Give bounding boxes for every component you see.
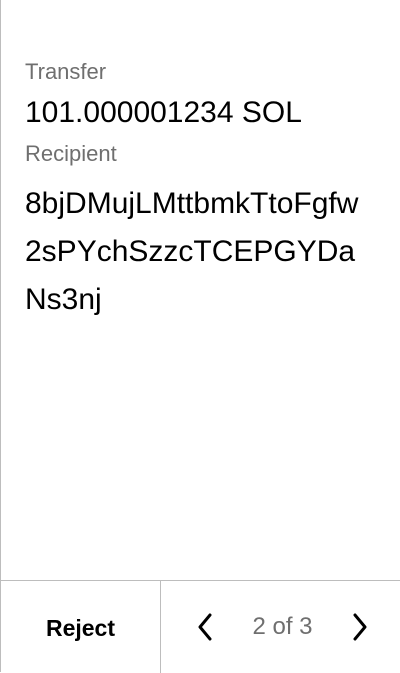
transaction-review-screen: Transfer 101.000001234 SOL Recipient 8bj… <box>0 0 400 673</box>
transfer-label: Transfer <box>25 59 107 84</box>
chevron-left-icon <box>198 613 212 641</box>
recipient-label: Recipient <box>25 141 117 166</box>
next-page-button[interactable] <box>346 607 374 647</box>
transfer-amount: 101.000001234 SOL <box>25 96 302 129</box>
reject-button[interactable]: Reject <box>1 581 161 673</box>
transaction-details: Transfer 101.000001234 SOL Recipient 8bj… <box>25 58 376 324</box>
page-indicator: 2 of 3 <box>252 613 313 640</box>
action-footer: Reject 2 of 3 <box>1 580 400 673</box>
previous-page-button[interactable] <box>191 607 219 647</box>
chevron-right-icon <box>353 613 367 641</box>
recipient-address: 8bjDMujLMttbmkTtoFgfw2sPYchSzzcTCEPGYDaN… <box>25 187 359 316</box>
page-navigation: 2 of 3 <box>161 581 400 673</box>
